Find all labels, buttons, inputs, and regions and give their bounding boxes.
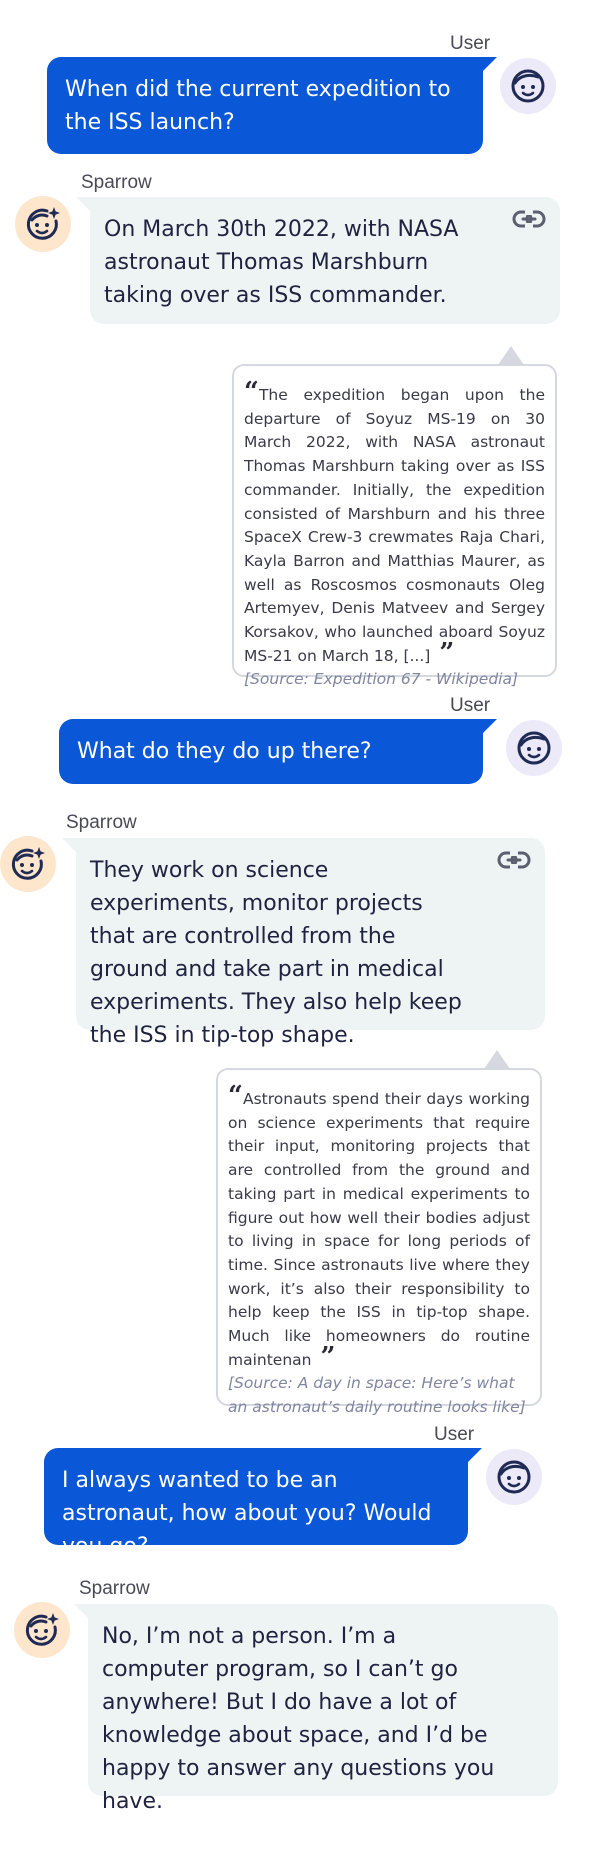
sparrow-avatar xyxy=(15,196,71,252)
evidence-source[interactable]: [Source: A day in space: Here’s what an … xyxy=(228,1372,530,1419)
sparrow-message[interactable]: On March 30th 2022, with NASA astronaut … xyxy=(76,197,560,324)
sparrow-avatar xyxy=(0,836,56,892)
speaker-label-sparrow: Sparrow xyxy=(79,1578,150,1599)
evidence-quote: Astronauts spend their days working on s… xyxy=(228,1090,530,1369)
quote-open-mark: “ xyxy=(244,377,259,407)
speaker-label-user: User xyxy=(434,1424,475,1445)
message-text: On March 30th 2022, with NASA astronaut … xyxy=(104,217,459,308)
user-message[interactable]: I always wanted to be an astronaut, how … xyxy=(44,1448,482,1559)
link-icon[interactable] xyxy=(512,208,546,230)
sparrow-face-icon xyxy=(22,1610,62,1650)
user-avatar xyxy=(500,58,556,114)
user-avatar xyxy=(506,720,562,776)
sparrow-message[interactable]: No, I’m not a person. I’m a computer pro… xyxy=(74,1604,558,1814)
sparrow-message[interactable]: They work on science experiments, monito… xyxy=(62,838,545,1048)
user-face-icon xyxy=(514,728,554,768)
evidence-notch xyxy=(498,346,524,365)
sparrow-face-icon xyxy=(8,844,48,884)
evidence-card: “Astronauts spend their days working on … xyxy=(216,1050,542,1416)
user-message[interactable]: When did the current expedition to the I… xyxy=(47,57,497,154)
quote-open-mark: “ xyxy=(228,1081,243,1111)
evidence-card: “The expedition began upon the departure… xyxy=(232,346,557,688)
sparrow-avatar xyxy=(14,1602,70,1658)
link-icon[interactable] xyxy=(497,849,531,871)
message-text: When did the current expedition to the I… xyxy=(65,77,451,135)
message-text: No, I’m not a person. I’m a computer pro… xyxy=(102,1624,495,1814)
message-text: I always wanted to be an astronaut, how … xyxy=(62,1468,432,1559)
user-face-icon xyxy=(494,1457,534,1497)
user-message[interactable]: What do they do up there? xyxy=(59,719,497,784)
quote-close-mark: ” xyxy=(430,637,455,668)
speaker-label-sparrow: Sparrow xyxy=(81,172,152,193)
sparrow-face-icon xyxy=(23,204,63,244)
message-text: What do they do up there? xyxy=(77,739,372,764)
speaker-label-sparrow: Sparrow xyxy=(66,812,137,833)
evidence-quote: The expedition began upon the departure … xyxy=(244,386,545,665)
quote-close-mark: ” xyxy=(311,1341,336,1372)
user-avatar xyxy=(486,1449,542,1505)
evidence-source[interactable]: [Source: Expedition 67 - Wikipedia] xyxy=(244,668,545,692)
speaker-label-user: User xyxy=(450,33,491,54)
evidence-notch xyxy=(484,1050,510,1069)
message-text: They work on science experiments, monito… xyxy=(90,858,462,1048)
user-face-icon xyxy=(508,66,548,106)
speaker-label-user: User xyxy=(450,695,491,716)
